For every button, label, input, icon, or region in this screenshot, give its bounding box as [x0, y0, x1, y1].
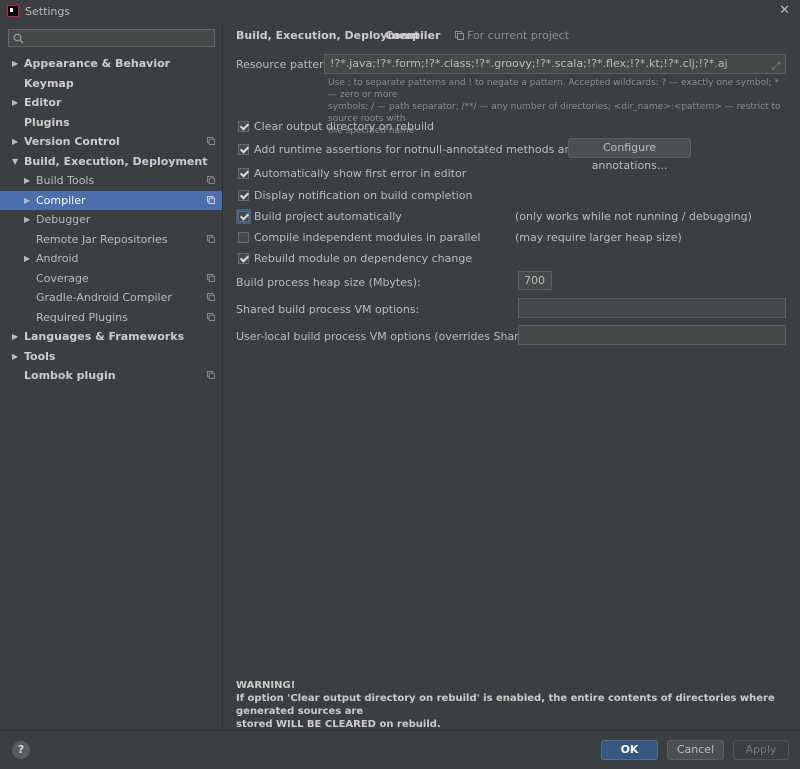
chevron-down-icon[interactable]: ▼	[12, 152, 18, 171]
project-scope-icon	[207, 293, 215, 301]
search-icon	[13, 33, 24, 44]
sidebar-item-label: Compiler	[36, 194, 86, 207]
settings-search-input[interactable]	[8, 29, 215, 47]
sidebar-item[interactable]: ▼ Build, Execution, Deployment	[0, 152, 222, 171]
sidebar-item[interactable]: Keymap	[0, 74, 222, 93]
project-scope-icon	[207, 371, 215, 379]
sidebar-item-label: Keymap	[24, 77, 74, 90]
shared-vm-options-input[interactable]	[518, 298, 786, 318]
sidebar-item[interactable]: ▶ Build Tools	[0, 171, 222, 190]
sidebar-item[interactable]: ▶ Appearance & Behavior	[0, 54, 222, 73]
rebuild-warning: WARNING! If option 'Clear output directo…	[236, 679, 786, 731]
resource-patterns-value: !?*.java;!?*.form;!?*.class;!?*.groovy;!…	[330, 57, 728, 70]
sidebar-item-label: Build Tools	[36, 174, 95, 187]
sidebar-item-label: Debugger	[36, 213, 91, 226]
project-scope-icon	[207, 313, 215, 321]
shared-vm-options-label: Shared build process VM options:	[236, 303, 420, 316]
sidebar-item[interactable]: ▶ Tools	[0, 347, 222, 366]
heap-size-label: Build process heap size (Mbytes):	[236, 276, 421, 289]
sidebar-item-label: Coverage	[36, 272, 89, 285]
chevron-right-icon[interactable]: ▶	[24, 210, 30, 229]
breadcrumb-current: Compiler	[385, 29, 441, 42]
apply-button[interactable]: Apply	[733, 740, 789, 760]
sidebar-item[interactable]: ▶ Languages & Frameworks	[0, 327, 222, 346]
sidebar-item[interactable]: Remote Jar Repositories	[0, 230, 222, 249]
option-label[interactable]: Display notification on build completion	[254, 189, 473, 202]
sidebar-item-label: Build, Execution, Deployment	[24, 155, 208, 168]
chevron-right-icon[interactable]: ▶	[12, 347, 18, 366]
resource-patterns-input[interactable]: !?*.java;!?*.form;!?*.class;!?*.groovy;!…	[324, 54, 786, 74]
compiler-settings-panel: Build, Execution, Deployment › Compiler …	[223, 22, 800, 730]
option-label[interactable]: Build project automatically	[254, 210, 402, 223]
expand-icon[interactable]: ⤢	[772, 58, 780, 76]
title-bar: Settings ✕	[0, 0, 800, 22]
option-note: (only works while not running / debuggin…	[515, 210, 752, 223]
settings-sidebar: ▶ Appearance & Behavior Keymap ▶ Editor Plugi…	[0, 22, 222, 730]
sidebar-item-label: Editor	[24, 96, 62, 109]
option-label[interactable]: Automatically show first error in editor	[254, 167, 466, 180]
project-scope-icon	[207, 274, 215, 282]
option-checkbox[interactable]	[238, 121, 249, 132]
option-checkbox[interactable]	[238, 253, 249, 264]
sidebar-item[interactable]: ▶ Compiler	[0, 191, 222, 210]
close-icon[interactable]: ✕	[779, 3, 790, 18]
sidebar-item[interactable]: Gradle-Android Compiler	[0, 288, 222, 307]
window-title: Settings	[25, 5, 71, 18]
sidebar-item-label: Plugins	[24, 116, 70, 129]
user-vm-options-input[interactable]	[518, 325, 786, 345]
sidebar-item-label: Gradle-Android Compiler	[36, 291, 172, 304]
option-label[interactable]: Clear output directory on rebuild	[254, 120, 434, 133]
cancel-button[interactable]: Cancel	[667, 740, 724, 760]
project-scope-icon	[455, 31, 464, 40]
configure-annotations-button[interactable]: Configure annotations...	[568, 138, 691, 172]
chevron-right-icon[interactable]: ▶	[24, 171, 30, 190]
chevron-right-icon[interactable]: ▶	[24, 249, 30, 268]
hint-line: Use ; to separate patterns and ! to nega…	[328, 78, 779, 100]
warning-title: WARNING!	[236, 680, 296, 691]
chevron-right-icon[interactable]: ▶	[12, 132, 18, 151]
option-checkbox[interactable]	[238, 144, 249, 155]
option-label[interactable]: Compile independent modules in parallel	[254, 231, 480, 244]
scope-indicator: For current project	[455, 29, 569, 42]
scope-label: For current project	[467, 29, 570, 42]
chevron-right-icon[interactable]: ▶	[12, 54, 18, 73]
dialog-footer: ? OK Cancel Apply	[0, 730, 800, 769]
sidebar-item[interactable]: Required Plugins	[0, 308, 222, 327]
option-checkbox[interactable]	[238, 190, 249, 201]
option-checkbox[interactable]	[238, 232, 249, 243]
project-scope-icon	[207, 235, 215, 243]
sidebar-item-label: Lombok plugin	[24, 369, 116, 382]
sidebar-item[interactable]: ▶ Android	[0, 249, 222, 268]
sidebar-item-label: Required Plugins	[36, 311, 128, 324]
sidebar-item[interactable]: ▶ Debugger	[0, 210, 222, 229]
sidebar-item-label: Appearance & Behavior	[24, 57, 171, 70]
option-checkbox[interactable]	[238, 211, 249, 222]
breadcrumb-separator: ›	[372, 29, 376, 39]
sidebar-item[interactable]: Lombok plugin	[0, 366, 222, 385]
chevron-right-icon[interactable]: ▶	[24, 191, 30, 210]
sidebar-item[interactable]: Plugins	[0, 113, 222, 132]
sidebar-item[interactable]: ▶ Version Control	[0, 132, 222, 151]
help-icon[interactable]: ?	[12, 741, 30, 759]
option-checkbox[interactable]	[238, 168, 249, 179]
project-scope-icon	[207, 176, 215, 184]
project-scope-icon	[207, 196, 215, 204]
sidebar-item-label: Remote Jar Repositories	[36, 233, 168, 246]
option-label[interactable]: Rebuild module on dependency change	[254, 252, 472, 265]
chevron-right-icon[interactable]: ▶	[12, 327, 18, 346]
sidebar-item[interactable]: ▶ Editor	[0, 93, 222, 112]
ok-button[interactable]: OK	[601, 740, 658, 760]
option-note: (may require larger heap size)	[515, 231, 682, 244]
app-logo-icon	[7, 5, 19, 17]
warning-text: If option 'Clear output directory on reb…	[236, 693, 775, 717]
project-scope-icon	[207, 137, 215, 145]
heap-size-input[interactable]: 700	[518, 271, 552, 290]
chevron-right-icon[interactable]: ▶	[12, 93, 18, 112]
sidebar-item-label: Languages & Frameworks	[24, 330, 185, 343]
sidebar-item[interactable]: Coverage	[0, 269, 222, 288]
sidebar-item-label: Android	[36, 252, 79, 265]
sidebar-item-label: Tools	[24, 350, 56, 363]
sidebar-item-label: Version Control	[24, 135, 120, 148]
